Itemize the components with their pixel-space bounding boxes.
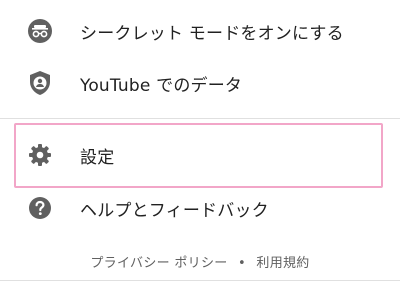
menu-item-label: YouTube でのデータ (80, 75, 243, 96)
help-icon (27, 195, 53, 221)
shield-person-icon (27, 70, 53, 96)
footer-links: プライバシー ポリシー • 利用規約 (0, 252, 400, 271)
menu-item-label: シークレット モードをオンにする (80, 23, 344, 44)
menu-item-label: 設定 (80, 147, 115, 168)
menu-item-help-feedback[interactable]: ヘルプとフィードバック (0, 184, 400, 232)
menu-item-label: ヘルプとフィードバック (80, 200, 269, 221)
menu-item-incognito[interactable]: シークレット モードをオンにする (0, 7, 400, 55)
footer-separator: • (238, 256, 246, 271)
incognito-icon (27, 18, 53, 44)
menu-item-youtube-data[interactable]: YouTube でのデータ (0, 59, 400, 107)
terms-of-service-link[interactable]: 利用規約 (256, 256, 309, 271)
divider (0, 118, 400, 119)
privacy-policy-link[interactable]: プライバシー ポリシー (90, 256, 227, 271)
menu-item-settings[interactable]: 設定 (0, 131, 400, 179)
gear-icon (27, 142, 53, 168)
